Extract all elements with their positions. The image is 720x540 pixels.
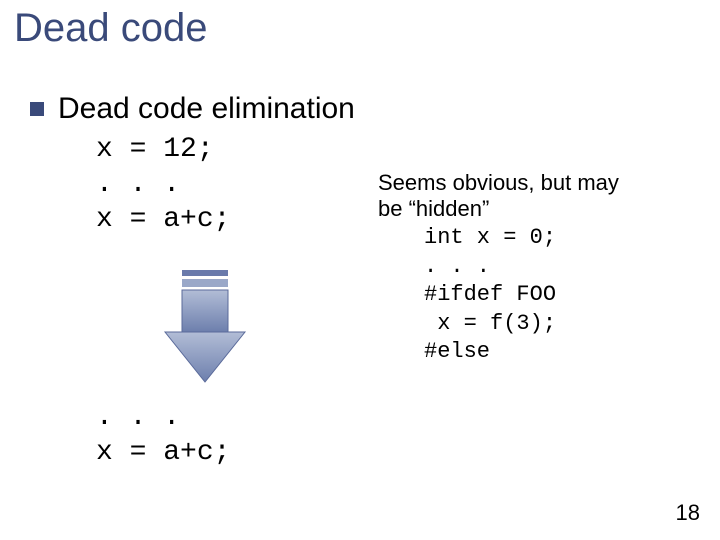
bullet-item: Dead code elimination bbox=[30, 92, 355, 126]
code-block-before: x = 12; . . . x = a+c; bbox=[96, 132, 230, 237]
note-line-2: be “hidden” bbox=[378, 196, 489, 221]
down-arrow-icon bbox=[160, 270, 250, 390]
note-text: Seems obvious, but may be “hidden” bbox=[378, 170, 619, 223]
bullet-text: Dead code elimination bbox=[58, 92, 355, 126]
slide-title: Dead code bbox=[14, 6, 207, 51]
slide: Dead code Dead code elimination x = 12; … bbox=[0, 0, 720, 540]
note-line-1: Seems obvious, but may bbox=[378, 170, 619, 195]
note-code-block: int x = 0; . . . #ifdef FOO x = f(3); #e… bbox=[424, 224, 556, 367]
code-block-after: . . . x = a+c; bbox=[96, 400, 230, 470]
square-bullet-icon bbox=[30, 102, 44, 116]
page-number: 18 bbox=[676, 500, 700, 526]
